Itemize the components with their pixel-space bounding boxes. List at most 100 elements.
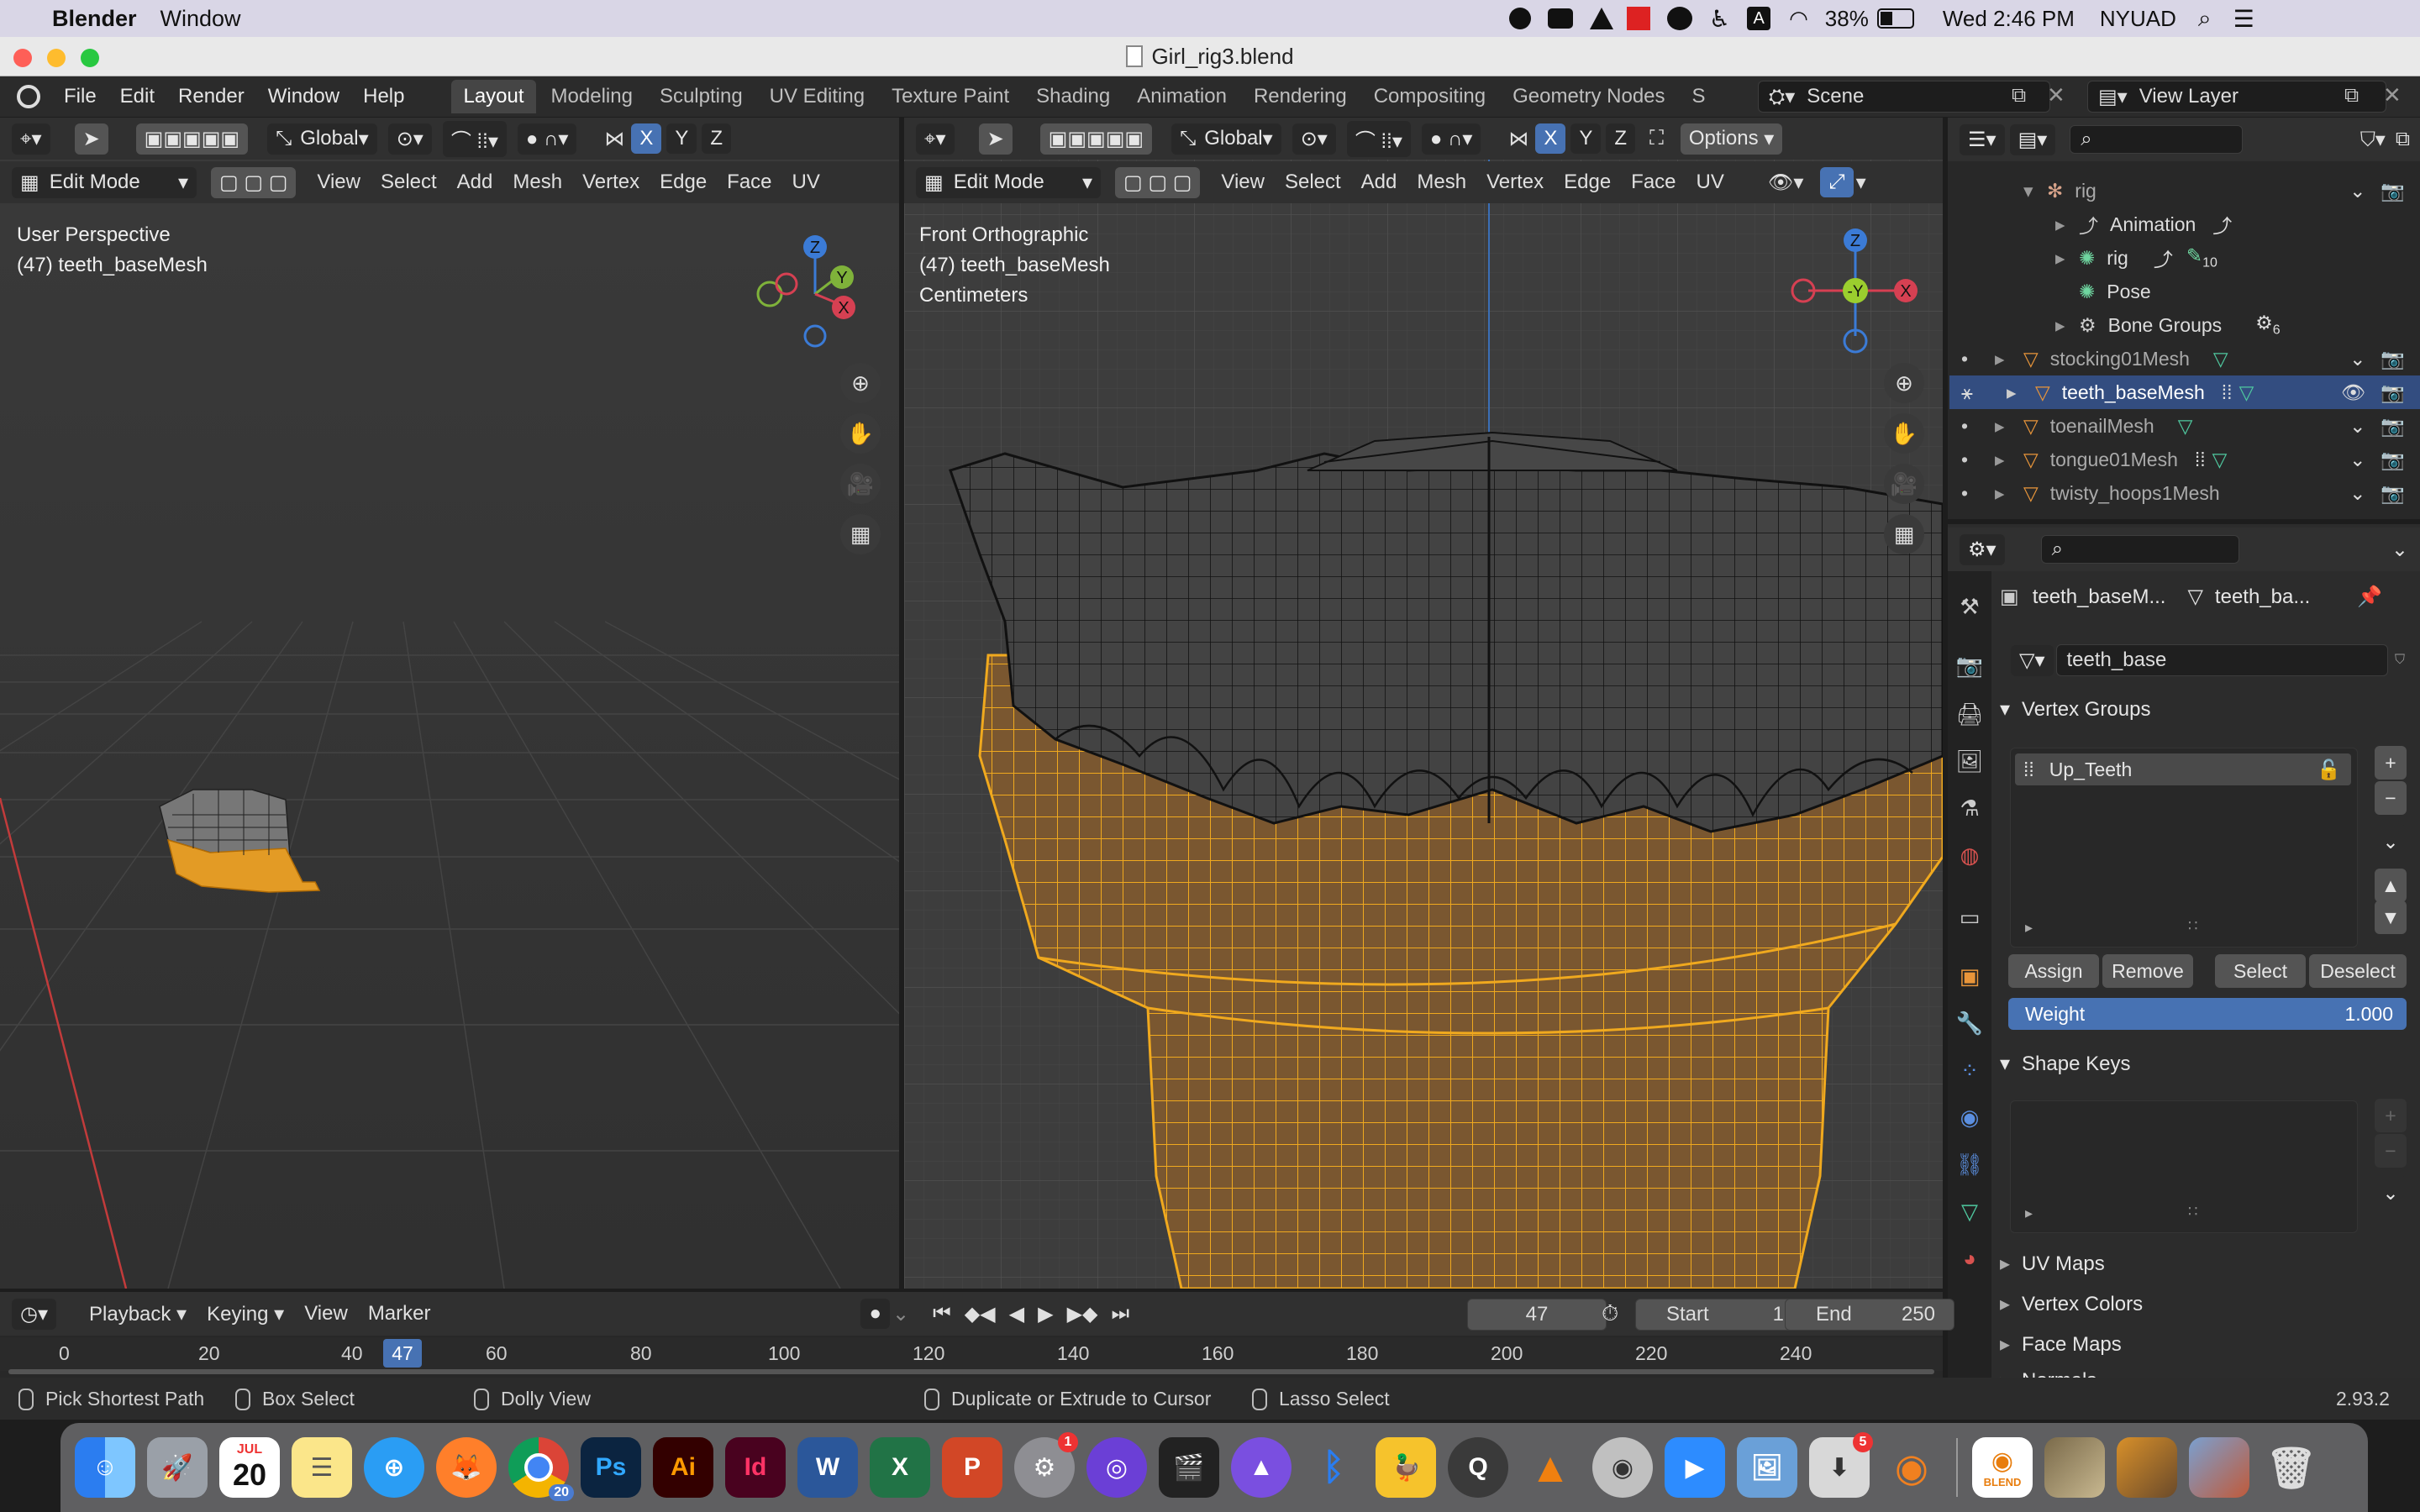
- transform-orientation-right[interactable]: ⤡ Global ▾: [1171, 123, 1281, 155]
- add-vertex-group-button[interactable]: +: [2375, 746, 2407, 780]
- render-visibility-icon[interactable]: 📷: [2381, 348, 2405, 370]
- mesh-name-field[interactable]: teeth_base: [2055, 644, 2388, 676]
- delete-scene-icon[interactable]: ✕: [2047, 82, 2065, 108]
- selection-mode-icons[interactable]: ▣▣▣▣▣: [135, 123, 249, 155]
- deselect-button[interactable]: Deselect: [2309, 954, 2407, 988]
- quicktime-icon[interactable]: Q: [1448, 1437, 1508, 1498]
- tab-texture-paint[interactable]: Texture Paint: [880, 80, 1021, 113]
- vertex-groups-header[interactable]: ▾ Vertex Groups: [2000, 697, 2150, 722]
- remove-button[interactable]: Remove: [2102, 954, 2193, 988]
- delete-view-layer-icon[interactable]: ✕: [2383, 82, 2402, 108]
- eye-visibility-icon[interactable]: 👁: [2341, 381, 2365, 404]
- proportional-edit-icon[interactable]: ● ∩▾: [517, 123, 577, 155]
- tab-sculpting[interactable]: Sculpting: [648, 80, 755, 113]
- modifier-tab-icon[interactable]: 🔧: [1951, 1005, 1988, 1042]
- vertex-group-specials-icon[interactable]: ⌄: [2375, 825, 2407, 858]
- scene-tab-icon[interactable]: ⚗: [1951, 790, 1988, 827]
- outliner-row-tongue[interactable]: • ▸ ▽ tongue01Mesh ⁞⁞ ▽ ⌄ 📷: [1949, 443, 2420, 476]
- zoom-icon[interactable]: ⊕: [840, 363, 881, 403]
- face-maps-header[interactable]: ▸ Face Maps: [2000, 1332, 2122, 1357]
- tool-tab-icon[interactable]: ⚒: [1951, 588, 1988, 625]
- minimize-window-button[interactable]: [47, 49, 66, 67]
- new-view-layer-icon[interactable]: ⧉: [2344, 84, 2359, 108]
- hide-in-viewport-icon[interactable]: ⌄: [2349, 482, 2365, 505]
- chrome-icon[interactable]: 20: [508, 1437, 574, 1501]
- notes-icon[interactable]: ☰: [292, 1437, 352, 1498]
- pin-icon[interactable]: 📌: [2357, 585, 2382, 609]
- jump-keyframe-forward-icon[interactable]: ▶◆: [1067, 1302, 1098, 1326]
- editor-type-icon-right[interactable]: ⌖▾: [916, 123, 955, 155]
- photoshop-icon[interactable]: Ps: [581, 1437, 641, 1498]
- render-tab-icon[interactable]: 📷: [1951, 647, 1988, 684]
- red-app-icon[interactable]: [1627, 7, 1650, 30]
- tab-shading[interactable]: Shading: [1024, 80, 1122, 113]
- input-source-icon[interactable]: A: [1747, 7, 1771, 30]
- shape-keys-header[interactable]: ▾ Shape Keys: [2000, 1052, 2130, 1076]
- pivot-icon[interactable]: ⊙▾: [387, 123, 432, 155]
- tab-compositing[interactable]: Compositing: [1362, 80, 1497, 113]
- shape-list-resize-handle[interactable]: ∷: [2188, 1203, 2197, 1221]
- indesign-icon[interactable]: Id: [725, 1437, 786, 1498]
- control-center-icon[interactable]: ☰: [2233, 5, 2254, 33]
- view-menu[interactable]: View: [307, 171, 371, 194]
- app-icon-purple[interactable]: ◎: [1086, 1437, 1147, 1498]
- list-resize-handle[interactable]: ∷: [2188, 917, 2197, 935]
- face-menu[interactable]: Face: [717, 171, 781, 194]
- recent-image-3[interactable]: [2189, 1437, 2249, 1498]
- weight-slider[interactable]: Weight 1.000: [2008, 998, 2407, 1030]
- outliner-row-pose[interactable]: ✺ Pose: [1949, 275, 2420, 308]
- render-visibility-icon[interactable]: 📷: [2381, 381, 2405, 404]
- close-window-button[interactable]: [13, 49, 32, 67]
- camera-view-icon-right[interactable]: 🎥: [1884, 464, 1924, 504]
- zoom-window-button[interactable]: [81, 49, 99, 67]
- left-3d-viewport[interactable]: User Perspective (47) teeth_baseMesh Z Y…: [0, 118, 899, 1289]
- battery-icon[interactable]: [1876, 8, 1914, 29]
- word-icon[interactable]: W: [797, 1437, 858, 1498]
- timeline-editor-type-icon[interactable]: ◷▾: [12, 1298, 56, 1330]
- view-layer-tab-icon[interactable]: 🖼: [1951, 743, 1988, 780]
- collection-tab-icon[interactable]: ▭: [1951, 899, 1988, 936]
- outliner-row-twisty-hoops[interactable]: • ▸ ▽ twisty_hoops1Mesh ⌄ 📷: [1949, 476, 2420, 510]
- shape-keys-list[interactable]: [2010, 1100, 2358, 1233]
- left-view-gizmo[interactable]: Z Y X: [739, 225, 874, 360]
- render-visibility-icon[interactable]: 📷: [2381, 449, 2405, 471]
- visibility-icon[interactable]: 👁▾: [1768, 171, 1804, 195]
- vertex-group-item[interactable]: ⁞⁞ Up_Teeth 🔓: [2015, 753, 2351, 785]
- mirror-x-toggle[interactable]: X: [631, 123, 662, 154]
- finder-icon[interactable]: ☺: [75, 1437, 135, 1498]
- play-reverse-icon[interactable]: ◀: [1009, 1302, 1024, 1326]
- outliner-row-bone-groups[interactable]: ▸ ⚙ Bone Groups ⚙6: [1949, 308, 2420, 342]
- hide-in-viewport-icon[interactable]: ⌄: [2349, 348, 2365, 370]
- outliner-row-teeth-basemesh[interactable]: ⚹ ▸ ▽ teeth_baseMesh ⁞⁞ ▽ 👁 📷: [1949, 375, 2420, 409]
- jump-end-icon[interactable]: ⏭: [1111, 1302, 1129, 1326]
- start-frame-field[interactable]: Start 1: [1635, 1299, 1803, 1331]
- view-menu-right[interactable]: View: [1211, 171, 1275, 194]
- move-down-icon[interactable]: ▼: [2375, 900, 2407, 934]
- proportional-edit-icon-right[interactable]: ● ∩▾: [1421, 123, 1481, 155]
- outliner-row-rig[interactable]: ▾ ✻ rig ⌄ 📷: [1949, 174, 2420, 207]
- lock-icon[interactable]: 🔓: [2317, 759, 2341, 781]
- mesh-menu-right[interactable]: Mesh: [1407, 171, 1476, 194]
- zoom-icon-right[interactable]: ⊕: [1884, 363, 1924, 403]
- fake-user-shield-icon[interactable]: ⛉: [2395, 653, 2405, 668]
- particles-tab-icon[interactable]: ⁘: [1951, 1052, 1988, 1089]
- select-button[interactable]: Select: [2215, 954, 2306, 988]
- edge-menu-right[interactable]: Edge: [1554, 171, 1621, 194]
- installer-icon[interactable]: ⬇ 5: [1809, 1432, 1873, 1498]
- move-up-icon[interactable]: ▲: [2375, 869, 2407, 902]
- object-tab-icon[interactable]: ▣: [1951, 958, 1988, 995]
- disk-utility-icon[interactable]: ◉: [1592, 1437, 1653, 1498]
- select-tool-icon[interactable]: ➤: [74, 123, 108, 155]
- material-tab-icon[interactable]: ◕: [1951, 1240, 1988, 1277]
- adobe-icon[interactable]: [1590, 8, 1613, 29]
- affinity-icon[interactable]: ▲: [1231, 1437, 1292, 1498]
- vertex-colors-header[interactable]: ▸ Vertex Colors: [2000, 1292, 2143, 1316]
- excel-icon[interactable]: X: [870, 1437, 930, 1498]
- vlc-icon[interactable]: ▲: [1520, 1437, 1581, 1498]
- scene-selector[interactable]: ⛭▾ Scene: [1758, 81, 2050, 113]
- firefox-icon[interactable]: 🦊: [436, 1437, 497, 1498]
- mirror-icon-right[interactable]: ⋈: [1508, 127, 1528, 151]
- bear-icon[interactable]: [1667, 7, 1692, 30]
- render-visibility-icon[interactable]: 📷: [2381, 180, 2405, 202]
- pivot-icon-right[interactable]: ⊙▾: [1292, 123, 1336, 155]
